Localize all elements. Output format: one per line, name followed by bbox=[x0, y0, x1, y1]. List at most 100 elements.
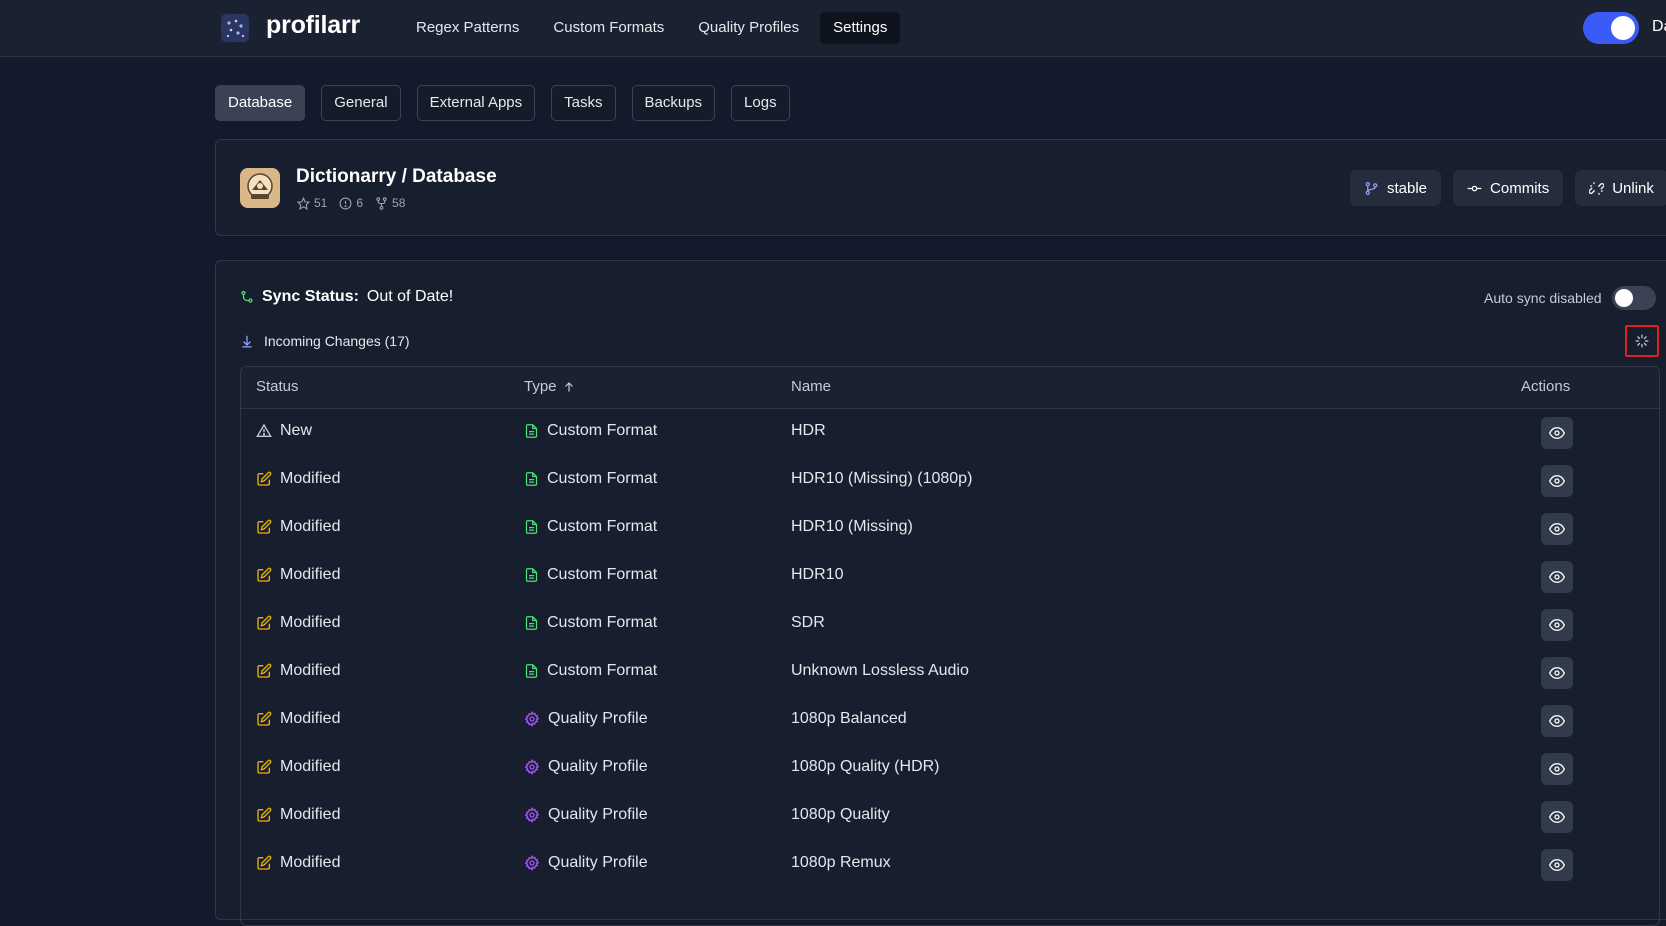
tab-backups[interactable]: Backups bbox=[631, 85, 716, 121]
status-text: Modified bbox=[280, 614, 341, 631]
view-button[interactable] bbox=[1541, 417, 1573, 449]
repo-name[interactable]: Dictionarry / Database bbox=[296, 166, 497, 188]
table-row[interactable]: Modified Custom Format Unknown Lossless … bbox=[241, 649, 1659, 697]
commits-label: Commits bbox=[1490, 179, 1550, 197]
sync-status-card: Sync Status: Out of Date! Auto sync disa… bbox=[215, 260, 1666, 926]
status-cell: Modified bbox=[256, 518, 340, 536]
column-header-name[interactable]: Name bbox=[791, 378, 831, 395]
edit-icon bbox=[256, 519, 272, 535]
table-row[interactable]: Modified Custom Format HDR10 bbox=[241, 553, 1659, 601]
repository-card: Dictionarry / Database 51 6 58 stable Co… bbox=[215, 139, 1666, 236]
type-cell: Custom Format bbox=[524, 470, 657, 488]
view-button[interactable] bbox=[1541, 609, 1573, 641]
eye-icon bbox=[1549, 570, 1565, 584]
table-row[interactable]: Modified Quality Profile 1080p Quality (… bbox=[241, 745, 1659, 793]
nav-regex-patterns[interactable]: Regex Patterns bbox=[403, 12, 532, 44]
view-button[interactable] bbox=[1541, 657, 1573, 689]
auto-sync-control: Auto sync disabled bbox=[1484, 286, 1656, 310]
view-button[interactable] bbox=[1541, 801, 1573, 833]
name-text: 1080p Balanced bbox=[791, 710, 907, 727]
status-cell: Modified bbox=[256, 470, 340, 488]
name-text: HDR bbox=[791, 422, 826, 439]
status-cell: Modified bbox=[256, 710, 340, 728]
sync-status: Sync Status: Out of Date! bbox=[240, 288, 453, 306]
column-header-status[interactable]: Status bbox=[256, 378, 299, 395]
commits-button[interactable]: Commits bbox=[1453, 170, 1564, 206]
view-button[interactable] bbox=[1541, 753, 1573, 785]
branch-button[interactable]: stable bbox=[1350, 170, 1442, 206]
nav-settings[interactable]: Settings bbox=[820, 12, 901, 44]
view-button[interactable] bbox=[1541, 849, 1573, 881]
gear-icon bbox=[524, 807, 540, 823]
tab-logs[interactable]: Logs bbox=[731, 85, 790, 121]
repo-avatar bbox=[240, 168, 280, 208]
eye-icon bbox=[1549, 762, 1565, 776]
table-header: Status Type Name Actions bbox=[241, 367, 1659, 409]
view-button[interactable] bbox=[1541, 705, 1573, 737]
name-text: Unknown Lossless Audio bbox=[791, 662, 969, 679]
type-text: Custom Format bbox=[547, 470, 658, 487]
status-cell: Modified bbox=[256, 854, 340, 872]
view-button[interactable] bbox=[1541, 513, 1573, 545]
file-icon bbox=[524, 519, 539, 535]
type-text: Custom Format bbox=[547, 422, 658, 439]
edit-icon bbox=[256, 567, 272, 583]
eye-icon bbox=[1549, 474, 1565, 488]
unlink-button[interactable]: Unlink bbox=[1575, 170, 1666, 206]
tab-general[interactable]: General bbox=[321, 85, 401, 121]
file-icon bbox=[524, 423, 539, 439]
table-row[interactable]: Modified Quality Profile 1080p Quality bbox=[241, 793, 1659, 841]
tab-external-apps[interactable]: External Apps bbox=[416, 85, 536, 121]
status-text: Modified bbox=[280, 806, 341, 823]
unlink-icon bbox=[1589, 181, 1605, 195]
theme-toggle[interactable] bbox=[1583, 12, 1639, 44]
table-row[interactable]: Modified Quality Profile 1080p Balanced bbox=[241, 697, 1659, 745]
view-button[interactable] bbox=[1541, 465, 1573, 497]
toggle-knob bbox=[1611, 16, 1635, 40]
eye-icon bbox=[1549, 618, 1565, 632]
issues-stat: 6 bbox=[339, 196, 363, 210]
auto-sync-toggle[interactable] bbox=[1611, 286, 1656, 310]
type-cell: Quality Profile bbox=[524, 758, 648, 776]
name-text: 1080p Remux bbox=[791, 854, 891, 871]
nav-custom-formats[interactable]: Custom Formats bbox=[540, 12, 677, 44]
incoming-changes-header[interactable]: Incoming Changes (17) bbox=[240, 333, 410, 349]
main-nav: Regex Patterns Custom Formats Quality Pr… bbox=[403, 12, 901, 44]
view-button[interactable] bbox=[1541, 561, 1573, 593]
type-text: Custom Format bbox=[547, 662, 658, 679]
refresh-loader-button[interactable] bbox=[1625, 325, 1659, 357]
theme-toggle-label: Da bbox=[1652, 18, 1666, 35]
table-row[interactable]: New Custom Format HDR bbox=[241, 409, 1659, 457]
unlink-label: Unlink bbox=[1612, 179, 1654, 197]
issues-count: 6 bbox=[356, 196, 364, 210]
type-text: Quality Profile bbox=[548, 806, 648, 823]
type-cell: Custom Format bbox=[524, 422, 657, 440]
type-text: Custom Format bbox=[547, 518, 658, 535]
tab-tasks[interactable]: Tasks bbox=[551, 85, 616, 121]
status-text: New bbox=[280, 422, 313, 439]
tab-database[interactable]: Database bbox=[215, 85, 306, 121]
git-merge-icon bbox=[241, 290, 253, 303]
column-header-type[interactable]: Type bbox=[524, 378, 575, 395]
changes-table: Status Type Name Actions New Custom Form… bbox=[240, 366, 1660, 926]
nav-quality-profiles[interactable]: Quality Profiles bbox=[685, 12, 812, 44]
edit-icon bbox=[256, 711, 272, 727]
type-cell: Custom Format bbox=[524, 662, 657, 680]
logo-icon bbox=[221, 14, 249, 42]
name-cell: SDR bbox=[791, 614, 825, 632]
gear-icon bbox=[524, 855, 540, 871]
table-row[interactable]: Modified Custom Format HDR10 (Missing) bbox=[241, 505, 1659, 553]
type-text: Custom Format bbox=[547, 614, 658, 631]
table-row[interactable]: Modified Quality Profile 1080p Remux bbox=[241, 841, 1659, 889]
table-row[interactable]: Modified Custom Format SDR bbox=[241, 601, 1659, 649]
eye-icon bbox=[1549, 858, 1565, 872]
status-text: Modified bbox=[280, 662, 341, 679]
edit-icon bbox=[256, 615, 272, 631]
type-cell: Custom Format bbox=[524, 518, 657, 536]
table-row[interactable]: Modified Custom Format HDR10 (Missing) (… bbox=[241, 457, 1659, 505]
status-text: Modified bbox=[280, 518, 341, 535]
brand-name[interactable]: profilarr bbox=[266, 11, 360, 40]
type-cell: Quality Profile bbox=[524, 854, 648, 872]
status-cell: Modified bbox=[256, 566, 340, 584]
name-cell: HDR bbox=[791, 422, 826, 440]
